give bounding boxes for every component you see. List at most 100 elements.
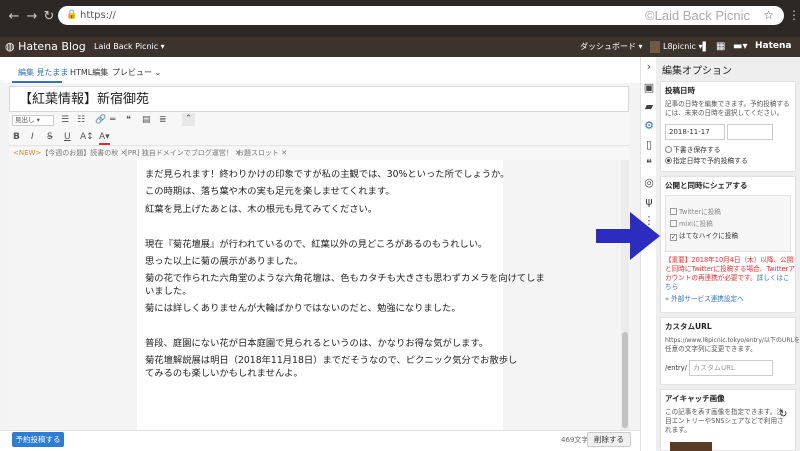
font-color-icon[interactable]: A▾ bbox=[99, 131, 110, 145]
hatena-brand[interactable]: Hatena bbox=[755, 40, 792, 53]
bookmark-icon[interactable]: ❚ bbox=[700, 40, 708, 53]
custom-url-panel: カスタムURL https://www.l8picnic.tokyo/entry… bbox=[660, 317, 800, 385]
divider-icon[interactable]: ═ bbox=[110, 114, 115, 126]
body-line: てみるのも楽しいかもしれませんよ。 bbox=[145, 368, 303, 379]
checkbox-haiku[interactable]: ✓ はてなハイクに投稿 bbox=[670, 232, 738, 241]
italic-icon[interactable]: I bbox=[31, 131, 34, 143]
gear-icon[interactable]: ⚙ bbox=[642, 119, 656, 133]
share-options-box: Twitterに投稿 mixiに投稿 ✓ はてなハイクに投稿 bbox=[665, 195, 791, 252]
back-arrow-icon[interactable]: ← bbox=[6, 9, 22, 25]
food-icon[interactable]: ψ bbox=[642, 195, 656, 209]
user-menu[interactable]: L8picnic ▾ bbox=[663, 40, 703, 53]
hatena-top-bar: ◍ Hatena Blog Laid Back Picnic ▾ ダッシュボード… bbox=[0, 37, 800, 57]
style-toolbar: B I S̶ U A↕ A▾ bbox=[9, 129, 629, 146]
quote-icon[interactable]: ❝ bbox=[642, 157, 656, 171]
eyecatch-desc: 目エントリーやSNSシェアなどで利用さ bbox=[665, 417, 784, 425]
eyecatch-thumbnail[interactable] bbox=[670, 442, 712, 451]
hatena-blog-logo[interactable]: ◍ Hatena Blog bbox=[5, 39, 86, 55]
body-line: 菊花壇解説展は明日（2018年11月18日）までだそうなので、ピクニック気分でお… bbox=[145, 355, 518, 366]
checkbox-checked[interactable]: ✓ bbox=[670, 234, 677, 241]
title-input[interactable]: 【紅葉情報】新宿御苑 bbox=[9, 86, 629, 112]
strikethrough-icon[interactable]: S̶ bbox=[47, 131, 53, 143]
details-link[interactable]: ちら bbox=[665, 283, 678, 292]
font-size-icon[interactable]: A↕ bbox=[80, 131, 94, 143]
date-field[interactable]: 2018-11-17 bbox=[665, 124, 725, 140]
blog-name-menu[interactable]: Laid Back Picnic ▾ bbox=[94, 41, 165, 53]
radio-button-selected[interactable] bbox=[665, 157, 672, 164]
numbered-list-icon[interactable]: ☷ bbox=[77, 114, 85, 126]
avatar[interactable] bbox=[650, 41, 660, 53]
editor-scrollbar[interactable] bbox=[621, 160, 629, 430]
notice-line: カウントの再連携が必要です。詳しくはこ bbox=[665, 274, 790, 282]
custom-url-desc: https://www.l8picnic.tokyo/entry/以下のURLを bbox=[665, 337, 800, 344]
details-link[interactable]: 詳しくはこ bbox=[757, 274, 790, 282]
radio-draft[interactable]: 下書き保存する bbox=[665, 146, 721, 155]
time-field[interactable] bbox=[727, 124, 773, 140]
eyecatch-panel: アイキャッチ画像 ↻ この記事を表す画像を指定できます。注 目エントリーやSNS… bbox=[660, 389, 796, 451]
panel-heading: 投稿日時 bbox=[665, 86, 695, 95]
body-line: この時期は、落ち葉や木の実も足元を楽しませてくれます。 bbox=[145, 186, 395, 197]
bold-icon[interactable]: B bbox=[13, 131, 20, 143]
checkbox-mixi[interactable]: mixiに投稿 bbox=[670, 220, 713, 229]
photo-icon[interactable]: ▣ bbox=[642, 81, 656, 95]
instagram-icon[interactable]: ◎ bbox=[642, 176, 656, 190]
address-bar[interactable]: 🔒 https:// ©Laid Back Picnic ☆ bbox=[58, 6, 784, 25]
quote-icon[interactable]: ❝ bbox=[126, 114, 131, 126]
underline-icon[interactable]: U bbox=[64, 131, 71, 143]
topic-pr[interactable]: [PR] 独自ドメインでブログ運営！ ✕ bbox=[125, 148, 241, 158]
reader-icon[interactable]: ▦ bbox=[716, 40, 725, 53]
tab-wysiwyg[interactable]: 編集 見たまま bbox=[18, 68, 68, 78]
browser-toolbar: ← → ↻ 🔒 https:// ©Laid Back Picnic ☆ ⋮ bbox=[0, 0, 800, 37]
tab-preview[interactable]: プレビュー ⌄ bbox=[112, 68, 161, 78]
dashboard-menu[interactable]: ダッシュボード ▾ bbox=[580, 41, 643, 53]
edit-options-sidebar: 編集オプション 投稿日時 記事の日時を編集できます。予約投稿するには、未来の日時… bbox=[656, 57, 800, 451]
editor-content[interactable]: まだ見られます！終わりかけの印象ですが私の主観では、30%といった所でしょうか。… bbox=[9, 160, 629, 430]
checkbox-twitter[interactable]: Twitterに投稿 bbox=[670, 208, 721, 217]
panel-heading: カスタムURL bbox=[665, 322, 712, 331]
forward-arrow-icon[interactable]: → bbox=[24, 9, 40, 25]
bullet-list-icon[interactable]: ☰ bbox=[61, 114, 69, 126]
body-line: 紅葉を見上げたあとは、木の根元も見てみてください。 bbox=[145, 204, 378, 215]
folder-icon[interactable]: ▰ bbox=[642, 100, 656, 114]
align-icon[interactable]: ≣ bbox=[159, 114, 167, 126]
annotation-arrow bbox=[596, 212, 660, 260]
tab-html[interactable]: HTML編集 bbox=[70, 68, 108, 78]
title-text: 【紅葉情報】新宿御苑 bbox=[19, 92, 150, 107]
post-date-panel: 投稿日時 記事の日時を編集できます。予約投稿するには、未来の日時を選択してくださ… bbox=[660, 81, 796, 172]
panel-heading: アイキャッチ画像 bbox=[665, 394, 725, 403]
custom-url-input[interactable]: カスタムURL bbox=[689, 360, 773, 376]
article-body[interactable]: まだ見られます！終わりかけの印象ですが私の主観では、30%といった所でしょうか。… bbox=[137, 160, 545, 430]
browser-menu-icon[interactable]: ⋮ bbox=[788, 8, 800, 22]
format-select[interactable]: 見出し ▾ bbox=[12, 115, 54, 126]
refresh-icon[interactable]: ↻ bbox=[41, 9, 57, 25]
comment-icon[interactable]: ▬▾ bbox=[733, 40, 747, 53]
body-line: 菊の花で作られた六角堂のような六角花壇は、色もカタチも大きさも思わずカメラを向け… bbox=[145, 273, 545, 284]
topic-weekly[interactable]: <NEW>【今週のお題】読書の秋 ✕ bbox=[13, 148, 126, 158]
char-count: 469文字 bbox=[561, 436, 589, 444]
schedule-post-button[interactable]: 予約投稿する bbox=[12, 432, 64, 447]
body-line: 菊には詳しくありませんが大輪ばかりではないのだと、勉強になりました。 bbox=[145, 303, 461, 314]
checkbox[interactable] bbox=[670, 208, 677, 215]
watermark: ©Laid Back Picnic bbox=[645, 8, 750, 23]
link-icon[interactable]: 🔗 bbox=[95, 114, 106, 126]
eyecatch-desc: れます。 bbox=[665, 426, 691, 434]
radio-schedule[interactable]: 指定日時で予約投稿する bbox=[665, 157, 748, 166]
scrollbar-thumb[interactable] bbox=[622, 332, 628, 428]
notice-line: 【重要】2018年10月4日（木）以降、公開 bbox=[665, 256, 794, 264]
body-line: 現在『菊花壇展』が行われているので、紅葉以外の見どころがあるのもうれしい。 bbox=[145, 239, 488, 250]
document-icon[interactable]: ▯ bbox=[642, 138, 656, 152]
format-toolbar: 見出し ▾ ☰ ☷ 🔗 ═ ❝ ▤ ≣ ⌃ bbox=[9, 112, 629, 129]
checkbox[interactable] bbox=[670, 220, 677, 227]
share-panel: 公開と同時にシェアする Twitterに投稿 mixiに投稿 ✓ はてなハイクに投… bbox=[660, 176, 796, 313]
star-icon[interactable]: ☆ bbox=[763, 8, 774, 23]
table-icon[interactable]: ▤ bbox=[142, 114, 151, 126]
delete-button[interactable]: 削除する bbox=[587, 432, 631, 447]
notice-line: と同時にTwitterに投稿する場合、Twitterア bbox=[665, 265, 795, 273]
external-service-link[interactable]: » 外部サービス連携設定へ bbox=[665, 295, 744, 304]
editor-footer: 予約投稿する 469文字 削除する bbox=[0, 430, 640, 451]
eyecatch-desc: この記事を表す画像を指定できます。注 bbox=[665, 408, 784, 416]
chevron-right-icon[interactable]: › bbox=[642, 60, 656, 74]
collapse-toolbar-icon[interactable]: ⌃ bbox=[182, 113, 195, 126]
radio-button[interactable] bbox=[665, 146, 672, 153]
topic-slot[interactable]: お題スロット ✕ bbox=[237, 148, 287, 158]
